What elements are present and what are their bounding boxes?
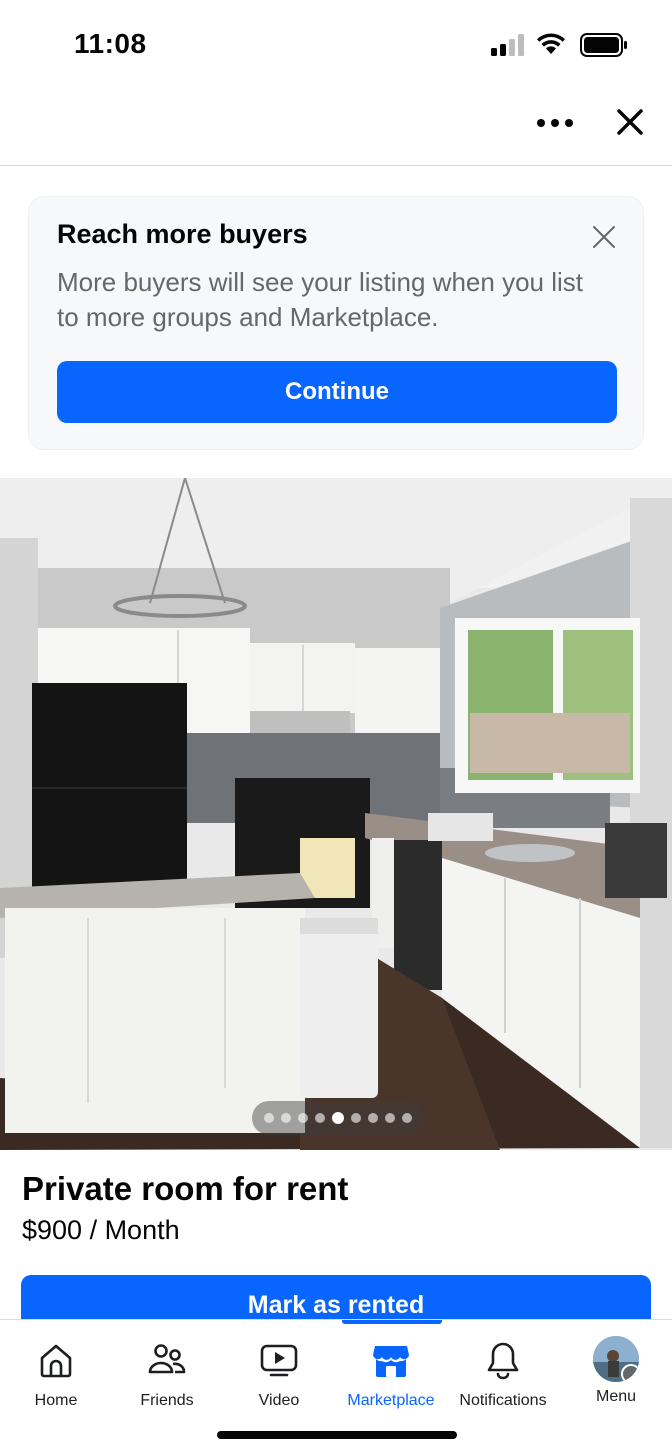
pagination-dot-active: [332, 1112, 344, 1124]
tab-video[interactable]: Video: [223, 1320, 335, 1420]
wifi-icon: [537, 33, 565, 54]
tab-label: Friends: [140, 1392, 194, 1409]
cellular-signal-icon: [491, 34, 524, 56]
home-indicator: [217, 1431, 457, 1439]
pagination-dot: [281, 1113, 291, 1123]
listing-price: $900 / Month: [22, 1215, 180, 1245]
listing-photo[interactable]: [0, 478, 672, 1150]
avatar: [593, 1336, 639, 1382]
promo-dismiss-icon[interactable]: [590, 223, 618, 251]
pagination-dot: [385, 1113, 395, 1123]
more-horizontal-icon: [537, 119, 545, 127]
tab-label: Menu: [595, 1388, 637, 1405]
marketplace-icon: [373, 1346, 409, 1377]
pagination-dot: [351, 1113, 361, 1123]
promo-body: More buyers will see your listing when y…: [57, 267, 583, 332]
pagination-dot: [368, 1113, 378, 1123]
pagination-dot: [264, 1113, 274, 1123]
status-bar: 11:08: [0, 0, 672, 88]
more-options-button[interactable]: [530, 108, 580, 138]
top-nav: [0, 88, 672, 166]
promo-title: Reach more buyers: [57, 219, 308, 249]
kitchen-photo: [0, 478, 672, 1150]
pagination-dot: [315, 1113, 325, 1123]
tab-home[interactable]: Home: [0, 1320, 112, 1420]
pagination-dot: [402, 1113, 412, 1123]
bell-icon: [487, 1342, 519, 1380]
listing-title: Private room for rent: [22, 1170, 349, 1207]
tab-label: Home: [34, 1392, 78, 1409]
friends-icon: [148, 1344, 186, 1374]
tab-menu[interactable]: Menu: [560, 1320, 672, 1420]
video-icon: [260, 1344, 298, 1377]
tab-label: Video: [258, 1392, 300, 1409]
tab-marketplace[interactable]: Marketplace: [335, 1320, 447, 1420]
close-icon[interactable]: [612, 104, 648, 140]
tab-label: Notifications: [459, 1392, 547, 1409]
tab-label: Marketplace: [347, 1392, 435, 1409]
photo-pagination[interactable]: [252, 1101, 424, 1135]
pagination-dot: [298, 1113, 308, 1123]
battery-icon: [580, 33, 627, 57]
tab-friends[interactable]: Friends: [111, 1320, 223, 1420]
status-time: 11:08: [74, 28, 147, 59]
reach-more-buyers-card: Reach more buyers More buyers will see y…: [28, 196, 644, 450]
home-icon: [40, 1344, 72, 1378]
tab-notifications[interactable]: Notifications: [447, 1320, 559, 1420]
continue-button[interactable]: Continue: [57, 361, 617, 423]
menu-badge-icon: [621, 1364, 639, 1382]
